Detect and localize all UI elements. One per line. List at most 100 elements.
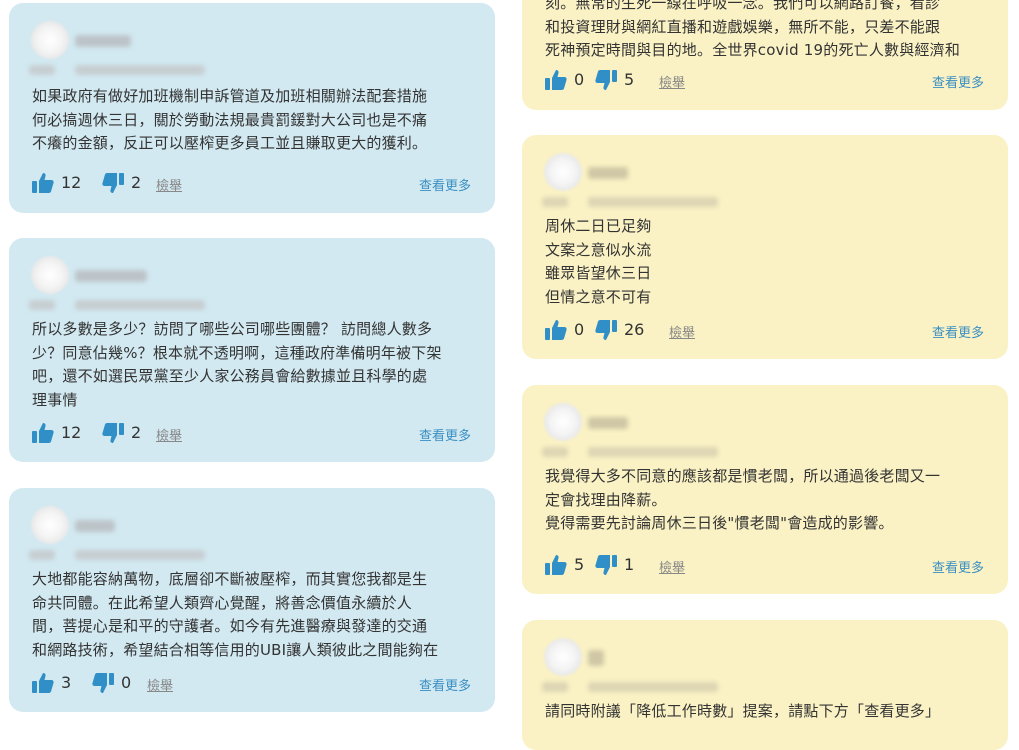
thumbs-up-icon[interactable] <box>544 318 568 342</box>
like-count: 12 <box>61 423 82 442</box>
comment-line: 命共同體。在此希望人類齊心覺醒，將善念價值永續於人 <box>32 593 413 612</box>
blurred-meta <box>29 300 55 310</box>
user-avatar <box>31 21 69 59</box>
thumbs-up-icon[interactable] <box>31 171 55 195</box>
blurred-username <box>75 35 131 47</box>
thumbs-up-icon[interactable] <box>31 421 55 445</box>
like-count: 12 <box>61 173 82 192</box>
comment-line: 死神預定時間與目的地。全世界covid 19的死亡人數與經濟和 <box>545 41 961 59</box>
comment-line: 周休二日已足夠 <box>545 217 652 235</box>
comment-text: 所以多數是多少？訪問了哪些公司哪些團體？ 訪問總人數多 少？同意佔幾%？根本就不… <box>32 318 469 412</box>
thumbs-down-icon[interactable] <box>101 171 125 195</box>
view-more-link[interactable]: 查看更多 <box>419 175 471 194</box>
comment-card: 周休二日已足夠 文案之意似水流 雖眾皆望休三日 但情之意不可有 0 26 檢舉 … <box>522 135 1008 359</box>
blurred-meta <box>29 550 55 560</box>
report-link[interactable]: 檢舉 <box>156 175 182 194</box>
comment-text: 如果政府有做好加班機制申訴管道及加班相關辦法配套措施 何必搞週休三日，關於勞動法… <box>32 85 469 156</box>
comment-line: 吧，還不如選民眾黨至少人家公務員會給數據並且科學的處 <box>32 367 428 385</box>
comment-line: 文案之意似水流 <box>545 240 652 259</box>
blurred-username <box>588 650 604 666</box>
view-more-link[interactable]: 查看更多 <box>932 72 984 91</box>
blurred-meta <box>542 682 568 692</box>
comment-actions: 3 0 檢舉 查看更多 <box>31 671 471 695</box>
comment-line: 和投資理財與網紅直播和遊戲娛樂，無所不能，只差不能跟 <box>545 17 941 36</box>
comment-text: 請同時附議「降低工作時數」提案，請點下方「查看更多」 <box>545 700 982 724</box>
dislike-count: 1 <box>624 555 635 574</box>
dislike-count: 0 <box>121 673 132 692</box>
comment-actions: 0 26 檢舉 查看更多 <box>544 318 984 342</box>
user-avatar <box>31 256 69 294</box>
comment-line: 請同時附議「降低工作時數」提案，請點下方「查看更多」 <box>545 702 941 720</box>
comment-line: 定會找理由降薪。 <box>545 490 667 509</box>
blurred-username <box>588 417 628 429</box>
comment-line: 刻。無常的生死一線在呼吸一念。我們可以網路訂餐，看診 <box>545 0 941 12</box>
view-more-link[interactable]: 查看更多 <box>419 675 471 694</box>
thumbs-down-icon[interactable] <box>594 68 618 92</box>
comment-actions: 12 2 檢舉 查看更多 <box>31 171 471 195</box>
dislike-count: 26 <box>624 320 645 339</box>
view-more-link[interactable]: 查看更多 <box>932 557 984 576</box>
thumbs-down-icon[interactable] <box>91 671 115 695</box>
comment-text: 周休二日已足夠 文案之意似水流 雖眾皆望休三日 但情之意不可有 <box>545 215 982 309</box>
comment-line: 何必搞週休三日，關於勞動法規最貴罰鍰對大公司也是不痛 <box>32 110 428 129</box>
user-avatar <box>544 153 582 191</box>
comment-line: 所以多數是多少？訪問了哪些公司哪些團體？ 訪問總人數多 <box>32 320 433 338</box>
report-link[interactable]: 檢舉 <box>659 72 685 91</box>
blurred-meta <box>29 65 55 75</box>
report-link[interactable]: 檢舉 <box>147 675 173 694</box>
view-more-link[interactable]: 查看更多 <box>932 322 984 341</box>
comment-line: 理事情 <box>32 390 78 409</box>
user-avatar <box>31 506 69 544</box>
blurred-timestamp <box>588 197 718 207</box>
dislike-count: 2 <box>131 173 142 192</box>
blurred-meta <box>542 447 568 457</box>
dislike-count: 5 <box>624 70 635 89</box>
comment-text: 我覺得大多不同意的應該都是慣老闆，所以通過後老闆又一 定會找理由降薪。 覺得需要… <box>545 465 982 536</box>
thumbs-up-icon[interactable] <box>544 68 568 92</box>
comment-card: 大地都能容納萬物，底層卻不斷被壓榨，而其實您我都是生 命共同體。在此希望人類齊心… <box>9 488 495 712</box>
comment-card: 我覺得大多不同意的應該都是慣老闆，所以通過後老闆又一 定會找理由降薪。 覺得需要… <box>522 385 1008 594</box>
comment-actions: 12 2 檢舉 查看更多 <box>31 421 471 445</box>
user-avatar <box>544 403 582 441</box>
comment-card: 請同時附議「降低工作時數」提案，請點下方「查看更多」 <box>522 620 1008 750</box>
comment-line: 大地都能容納萬物，底層卻不斷被壓榨，而其實您我都是生 <box>32 570 428 588</box>
comment-line: 不癢的金額，反正可以壓榨更多員工並且賺取更大的獲利。 <box>32 134 428 152</box>
comment-actions: 0 5 檢舉 查看更多 <box>544 68 984 92</box>
blurred-meta <box>542 197 568 207</box>
report-link[interactable]: 檢舉 <box>669 322 695 341</box>
left-column: 如果政府有做好加班機制申訴管道及加班相關辦法配套措施 何必搞週休三日，關於勞動法… <box>9 0 495 727</box>
comment-line: 但情之意不可有 <box>545 287 652 306</box>
blurred-timestamp <box>75 300 205 310</box>
dislike-count: 2 <box>131 423 142 442</box>
comment-line: 間，菩提心是和平的守護者。如今有先進醫療與發達的交通 <box>32 617 428 635</box>
thumbs-up-icon[interactable] <box>31 671 55 695</box>
blurred-timestamp <box>588 682 718 692</box>
thumbs-down-icon[interactable] <box>101 421 125 445</box>
comment-line: 我覺得大多不同意的應該都是慣老闆，所以通過後老闆又一 <box>545 467 941 485</box>
like-count: 0 <box>574 70 585 89</box>
comment-line: 如果政府有做好加班機制申訴管道及加班相關辦法配套措施 <box>32 87 428 105</box>
thumbs-down-icon[interactable] <box>594 318 618 342</box>
like-count: 5 <box>574 555 585 574</box>
thumbs-down-icon[interactable] <box>594 553 618 577</box>
right-column: 刻。無常的生死一線在呼吸一念。我們可以網路訂餐，看診 和投資理財與網紅直播和遊戲… <box>522 0 1008 750</box>
comment-text: 刻。無常的生死一線在呼吸一念。我們可以網路訂餐，看診 和投資理財與網紅直播和遊戲… <box>545 0 982 63</box>
comment-text: 大地都能容納萬物，底層卻不斷被壓榨，而其實您我都是生 命共同體。在此希望人類齊心… <box>32 568 469 662</box>
view-more-link[interactable]: 查看更多 <box>419 425 471 444</box>
blurred-username <box>75 520 115 532</box>
comment-actions: 5 1 檢舉 查看更多 <box>544 553 984 577</box>
comment-line: 少？同意佔幾%？根本就不透明啊，這種政府準備明年被下架 <box>32 343 442 362</box>
thumbs-up-icon[interactable] <box>544 553 568 577</box>
like-count: 0 <box>574 320 585 339</box>
like-count: 3 <box>61 673 72 692</box>
blurred-timestamp <box>588 447 718 457</box>
comment-card: 如果政府有做好加班機制申訴管道及加班相關辦法配套措施 何必搞週休三日，關於勞動法… <box>9 3 495 213</box>
comment-line: 覺得需要先討論周休三日後"慣老闆"會造成的影響。 <box>545 514 894 532</box>
blurred-timestamp <box>75 550 205 560</box>
user-avatar <box>544 638 582 676</box>
blurred-username <box>75 270 147 282</box>
blurred-timestamp <box>75 65 205 75</box>
comment-card: 刻。無常的生死一線在呼吸一念。我們可以網路訂餐，看診 和投資理財與網紅直播和遊戲… <box>522 0 1008 110</box>
report-link[interactable]: 檢舉 <box>659 557 685 576</box>
report-link[interactable]: 檢舉 <box>156 425 182 444</box>
